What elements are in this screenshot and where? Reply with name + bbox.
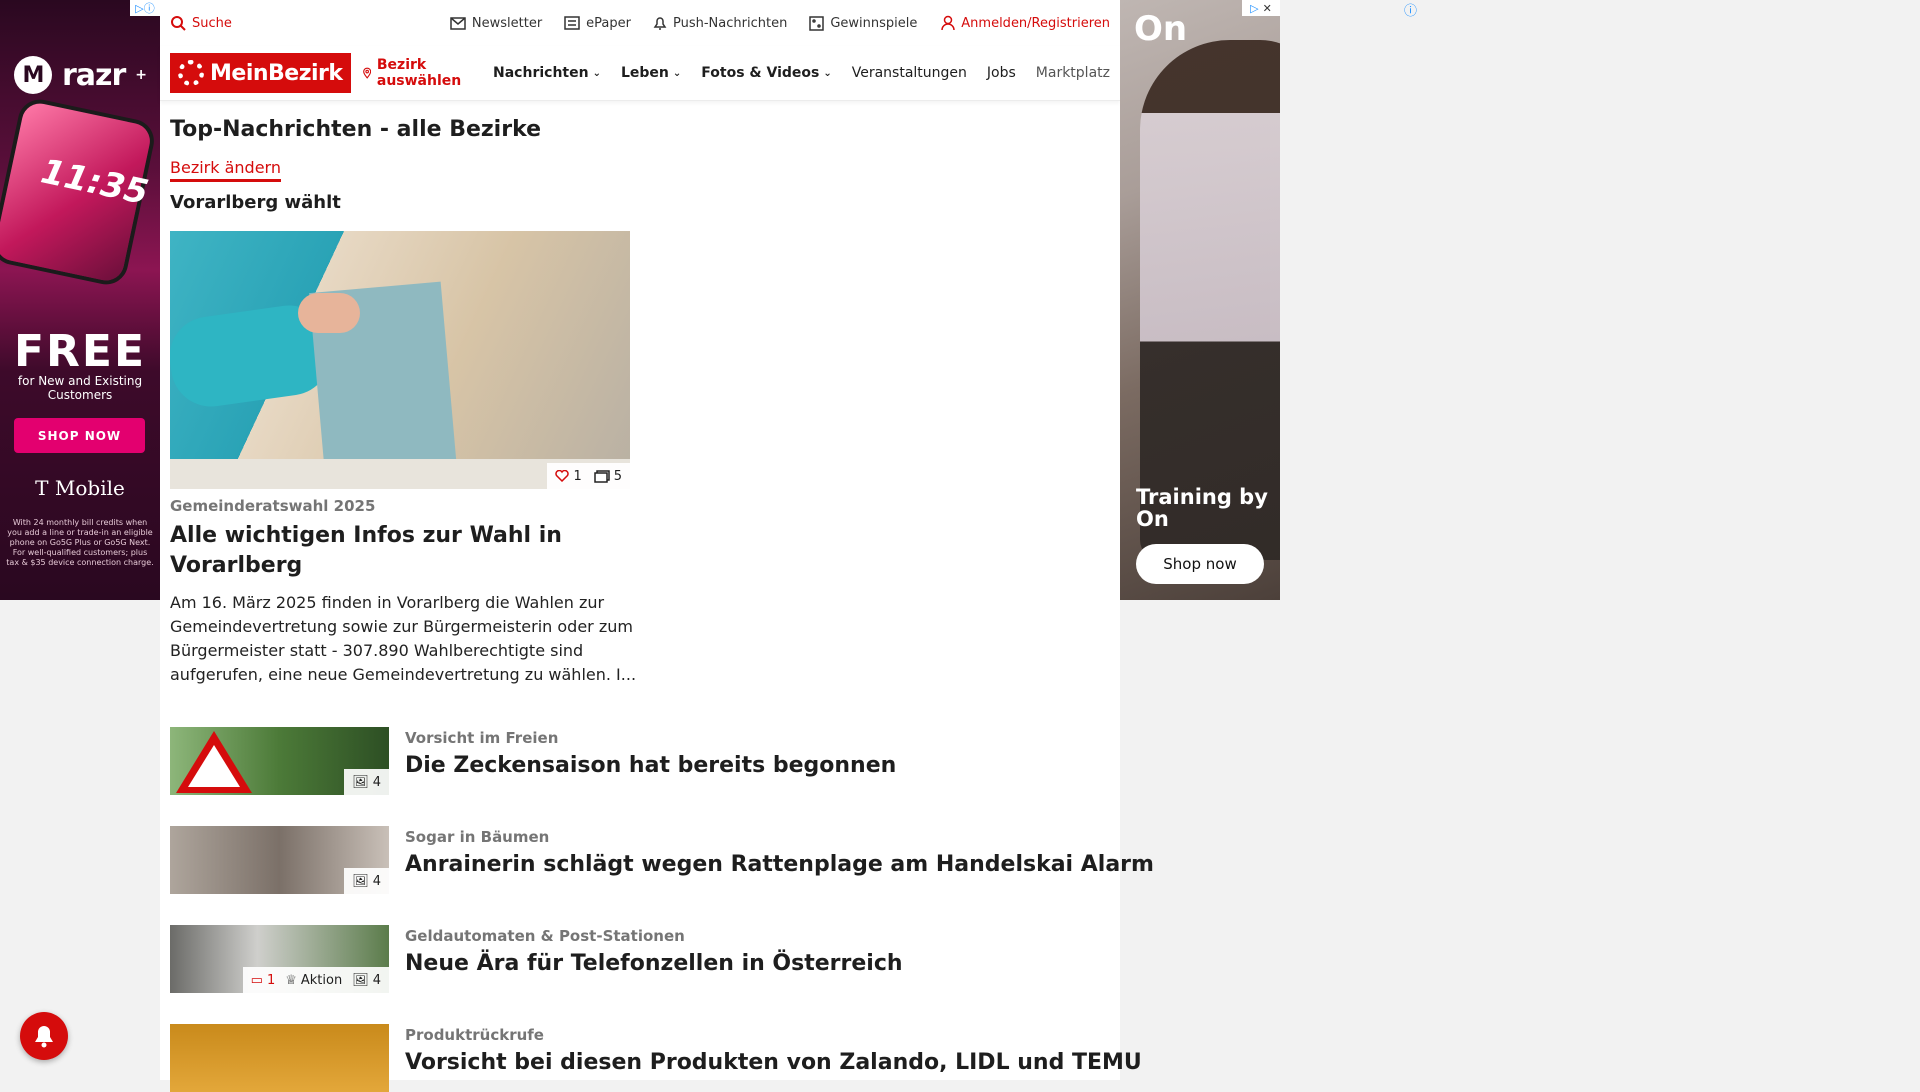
article-thumbnail[interactable]: 🖼 4 xyxy=(170,826,389,894)
trophy-icon: ♕ xyxy=(285,972,297,988)
adchoices-icon[interactable]: ▷ xyxy=(1250,2,1258,15)
user-icon xyxy=(941,15,956,31)
nav-veranstaltungen[interactable]: Veranstaltungen xyxy=(852,65,967,81)
meinbezirk-logo[interactable]: MeinBezirk xyxy=(170,53,351,93)
article-thumbnail[interactable]: ▭ 1 ♕ Aktion 🖼 4 xyxy=(170,925,389,993)
likes-badge: 1 xyxy=(555,469,582,484)
bezirk-change-link[interactable]: Bezirk ändern xyxy=(170,158,281,182)
athlete-image xyxy=(1140,40,1280,560)
ad-right-banner[interactable]: On Training by On Shop now xyxy=(1120,0,1280,600)
close-icon[interactable]: ✕ xyxy=(1263,2,1272,15)
logo-icon xyxy=(178,60,204,86)
article-kicker: Sogar in Bäumen xyxy=(405,828,550,846)
nav-jobs[interactable]: Jobs xyxy=(987,65,1016,81)
epaper-link[interactable]: ePaper xyxy=(564,15,631,31)
hero-badges: 1 5 xyxy=(547,463,630,489)
ad-fineprint: With 24 monthly bill credits when you ad… xyxy=(6,518,154,567)
thumb-badges: 🖼 4 xyxy=(344,868,389,894)
hero-title[interactable]: Alle wichtigen Infos zur Wahl in Vorarlb… xyxy=(170,521,630,581)
mail-icon xyxy=(450,16,466,30)
images-badge: 5 xyxy=(593,469,622,484)
ad-headline: Training by On xyxy=(1136,485,1268,531)
nav-fotos-videos[interactable]: Fotos & Videos ⌄ xyxy=(701,65,831,81)
search-link[interactable]: Suche xyxy=(170,15,232,31)
newspaper-icon xyxy=(564,16,580,30)
nav-marktplatz[interactable]: Marktplatz xyxy=(1036,65,1110,81)
ad-shop-now-button[interactable]: Shop now xyxy=(1136,544,1264,584)
login-link[interactable]: Anmelden/Registrieren xyxy=(941,15,1110,31)
notification-bell-button[interactable] xyxy=(20,1012,68,1060)
article-kicker: Produktrückrufe xyxy=(405,1026,544,1044)
newsletter-link[interactable]: Newsletter xyxy=(450,15,542,31)
gift-icon xyxy=(809,15,825,31)
tick-warning-sign xyxy=(176,731,252,793)
heart-icon xyxy=(555,470,570,482)
ad-free-subtext: for New and Existing Customers xyxy=(17,374,143,402)
motorola-logo-icon: M xyxy=(14,56,52,94)
ad-left-banner[interactable]: ▷ⓘ M razr + 11:35 FREE for New and Existi… xyxy=(0,0,160,600)
main-nav: MeinBezirk Bezirk auswählen Nachrichten ⌄… xyxy=(160,46,1120,101)
images-icon xyxy=(593,469,610,483)
ad-shop-now-button[interactable]: SHOP NOW xyxy=(14,418,145,453)
utility-bar: Suche Newsletter ePaper Push-Nachrichten… xyxy=(160,0,1120,46)
images-icon: 🖼 xyxy=(352,972,369,988)
images-icon: 🖼 xyxy=(352,774,369,790)
chevron-down-icon: ⌄ xyxy=(672,67,682,79)
ad-carrier-logo: T Mobile xyxy=(35,476,125,500)
chevron-down-icon: ⌄ xyxy=(592,67,601,79)
bell-icon xyxy=(653,17,667,30)
hero-teaser: Am 16. März 2025 finden in Vorarlberg di… xyxy=(170,593,637,684)
list-item[interactable]: 🖼 4 Vorsicht im Freien Die Zeckensaison h… xyxy=(170,727,1110,795)
gewinnspiele-link[interactable]: Gewinnspiele xyxy=(809,15,917,31)
article-thumbnail[interactable] xyxy=(170,1024,389,1092)
article-kicker: Vorsicht im Freien xyxy=(405,729,559,747)
search-icon xyxy=(171,16,186,31)
article-thumbnail[interactable]: 🖼 4 xyxy=(170,727,389,795)
article-kicker: Geldautomaten & Post-Stationen xyxy=(405,927,685,945)
section-title: Vorarlberg wählt xyxy=(170,192,341,213)
thumb-badges: ▭ 1 ♕ Aktion 🖼 4 xyxy=(242,967,389,993)
list-item[interactable]: Produktrückrufe Vorsicht bei diesen Prod… xyxy=(170,1024,1142,1092)
phone-image: 11:35 xyxy=(0,100,154,284)
push-link[interactable]: Push-Nachrichten xyxy=(653,15,787,31)
list-item[interactable]: 🖼 4 Sogar in Bäumen Anrainerin schlägt we… xyxy=(170,826,1154,894)
hero-image[interactable]: 1 5 xyxy=(170,231,630,489)
main-column: Suche Newsletter ePaper Push-Nachrichten… xyxy=(160,0,1154,1092)
thumb-badges: 🖼 4 xyxy=(344,769,389,795)
on-logo: On xyxy=(1134,9,1188,49)
article-list: 🖼 4 Vorsicht im Freien Die Zeckensaison h… xyxy=(170,727,1154,1092)
nav-leben[interactable]: Leben ⌄ xyxy=(621,65,681,81)
article-title[interactable]: Die Zeckensaison hat bereits begonnen xyxy=(405,753,896,778)
hero-kicker: Gemeinderatswahl 2025 xyxy=(170,497,376,515)
ad-close-controls[interactable]: ▷ ✕ xyxy=(1242,0,1280,16)
article-title[interactable]: Anrainerin schlägt wegen Rattenplage am … xyxy=(405,852,1154,877)
info-icon[interactable]: ⓘ xyxy=(1404,0,1417,19)
ad-brand: M razr + xyxy=(14,56,147,94)
bell-icon xyxy=(35,1026,53,1048)
bezirk-select-button[interactable]: Bezirk auswählen xyxy=(362,57,473,89)
content: Top-Nachrichten - alle Bezirke Bezirk än… xyxy=(160,117,1154,1092)
comment-icon: ▭ xyxy=(250,972,263,988)
location-pin-icon xyxy=(362,67,371,79)
phone-clock: 11:35 xyxy=(37,151,152,214)
page-title: Top-Nachrichten - alle Bezirke xyxy=(170,117,542,142)
adchoices-icon[interactable]: ▷ⓘ xyxy=(130,0,160,16)
list-item[interactable]: ▭ 1 ♕ Aktion 🖼 4 Geldautomaten & Post-Stati… xyxy=(170,925,1110,993)
images-icon: 🖼 xyxy=(352,873,369,889)
chevron-down-icon: ⌄ xyxy=(823,67,832,79)
article-title[interactable]: Neue Ära für Telefonzellen in Österreich xyxy=(405,951,903,976)
article-title[interactable]: Vorsicht bei diesen Produkten von Zaland… xyxy=(405,1050,1142,1075)
nav-nachrichten[interactable]: Nachrichten ⌄ xyxy=(493,65,601,81)
ad-free-headline: FREE xyxy=(13,326,147,377)
